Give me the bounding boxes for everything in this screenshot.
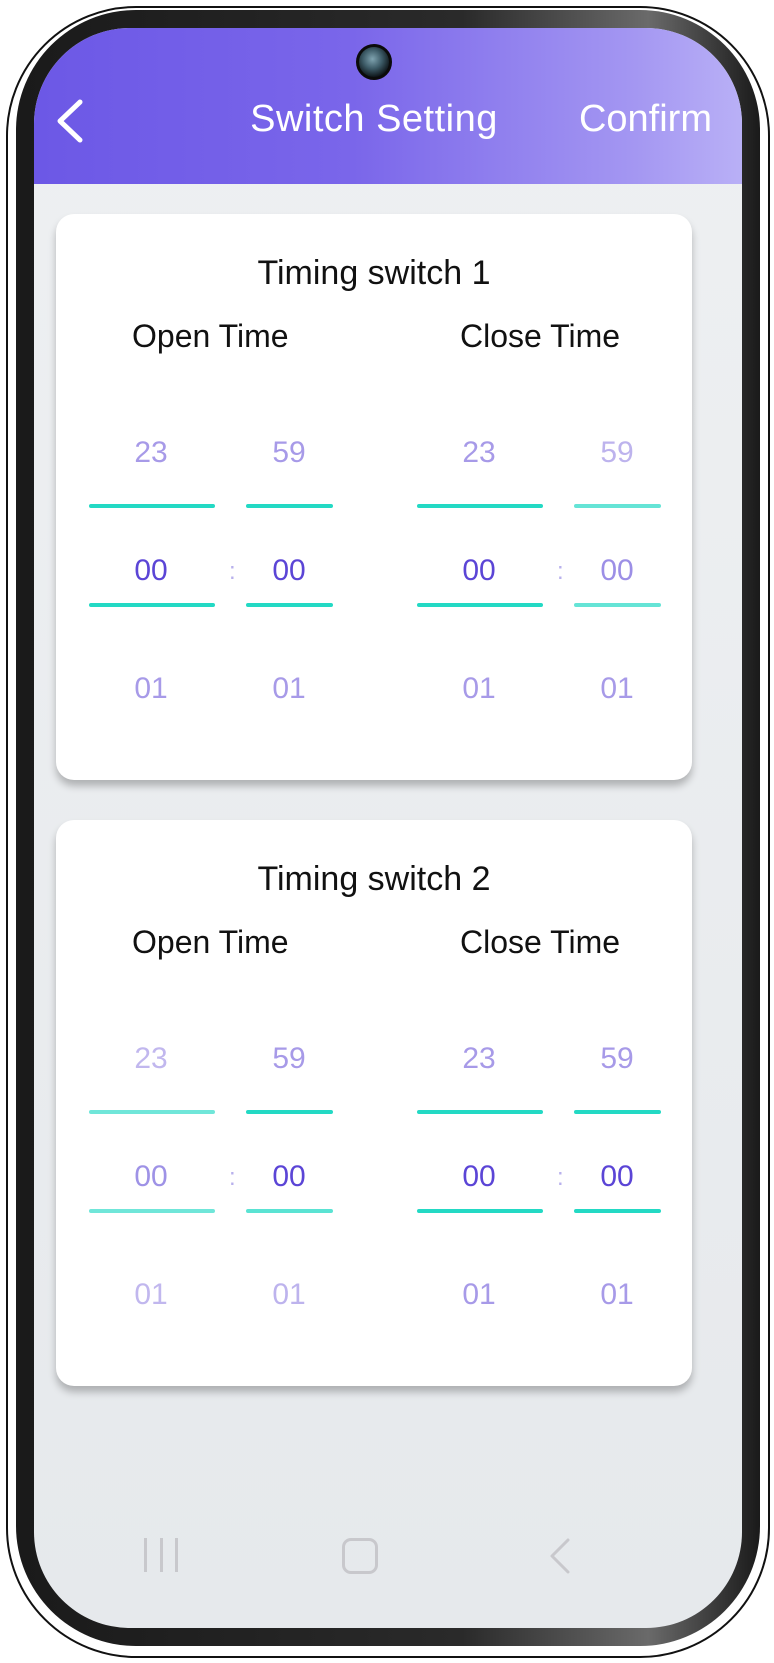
home-icon[interactable] (342, 1538, 378, 1574)
picker-current-value[interactable]: 00 (572, 1160, 662, 1194)
picker-current-value[interactable]: 00 (244, 554, 334, 588)
open-time-label: Open Time (132, 318, 289, 354)
selection-line-bottom (574, 603, 661, 607)
selection-line-bottom (246, 1209, 333, 1213)
header-bar: Switch Setting Confirm (34, 28, 742, 184)
time-separator: : (229, 1164, 236, 1191)
time-separator: : (557, 1164, 564, 1191)
picker-next-value[interactable]: 01 (434, 1278, 524, 1312)
picker-prev-value[interactable]: 59 (244, 1042, 334, 1076)
selection-line-bottom (89, 1209, 215, 1213)
time-separator: : (229, 558, 236, 585)
selection-line-top (89, 1110, 215, 1114)
picker-prev-value[interactable]: 23 (434, 436, 524, 470)
selection-line-top (574, 504, 661, 508)
selection-line-top (246, 1110, 333, 1114)
picker-current-value[interactable]: 00 (106, 1160, 196, 1194)
card-title: Timing switch 2 (257, 860, 491, 898)
recent-apps-icon[interactable] (144, 1538, 178, 1572)
picker-next-value[interactable]: 01 (572, 1278, 662, 1312)
picker-current-value[interactable]: 00 (106, 554, 196, 588)
selection-line-bottom (246, 603, 333, 607)
selection-line-bottom (574, 1209, 661, 1213)
chevron-left-icon (57, 99, 83, 143)
close-time-label: Close Time (460, 318, 621, 354)
picker-prev-value[interactable]: 59 (244, 436, 334, 470)
picker-next-value[interactable]: 01 (106, 1278, 196, 1312)
front-camera (356, 44, 392, 80)
time-separator: : (557, 558, 564, 585)
picker-prev-value[interactable]: 59 (572, 436, 662, 470)
picker-next-value[interactable]: 01 (572, 672, 662, 706)
selection-line-bottom (417, 603, 543, 607)
picker-next-value[interactable]: 01 (244, 672, 334, 706)
selection-line-top (417, 504, 543, 508)
selection-line-bottom (89, 603, 215, 607)
picker-prev-value[interactable]: 59 (572, 1042, 662, 1076)
picker-current-value[interactable]: 00 (434, 554, 524, 588)
page-title: Switch Setting (250, 98, 498, 140)
selection-line-top (246, 504, 333, 508)
close-time-label: Close Time (460, 924, 621, 960)
picker-prev-value[interactable]: 23 (434, 1042, 524, 1076)
back-icon[interactable] (546, 1536, 576, 1576)
selection-line-top (417, 1110, 543, 1114)
system-navigation-bar (34, 1508, 742, 1628)
app-screen: Switch Setting Confirm Timing switch 1 O… (34, 28, 742, 1628)
picker-prev-value[interactable]: 23 (106, 1042, 196, 1076)
picker-prev-value[interactable]: 23 (106, 436, 196, 470)
picker-next-value[interactable]: 01 (244, 1278, 334, 1312)
selection-line-top (574, 1110, 661, 1114)
selection-line-bottom (417, 1209, 543, 1213)
confirm-button[interactable]: Confirm (579, 98, 712, 141)
picker-next-value[interactable]: 01 (106, 672, 196, 706)
back-button[interactable] (52, 96, 92, 146)
picker-next-value[interactable]: 01 (434, 672, 524, 706)
timing-switch-card-1: Timing switch 1 Open Time Close Time 23 … (56, 214, 692, 780)
selection-line-top (89, 504, 215, 508)
picker-current-value[interactable]: 00 (434, 1160, 524, 1194)
timing-switch-card-2: Timing switch 2 Open Time Close Time 23 … (56, 820, 692, 1386)
card-title: Timing switch 1 (257, 254, 491, 292)
picker-current-value[interactable]: 00 (572, 554, 662, 588)
open-time-label: Open Time (132, 924, 289, 960)
picker-current-value[interactable]: 00 (244, 1160, 334, 1194)
